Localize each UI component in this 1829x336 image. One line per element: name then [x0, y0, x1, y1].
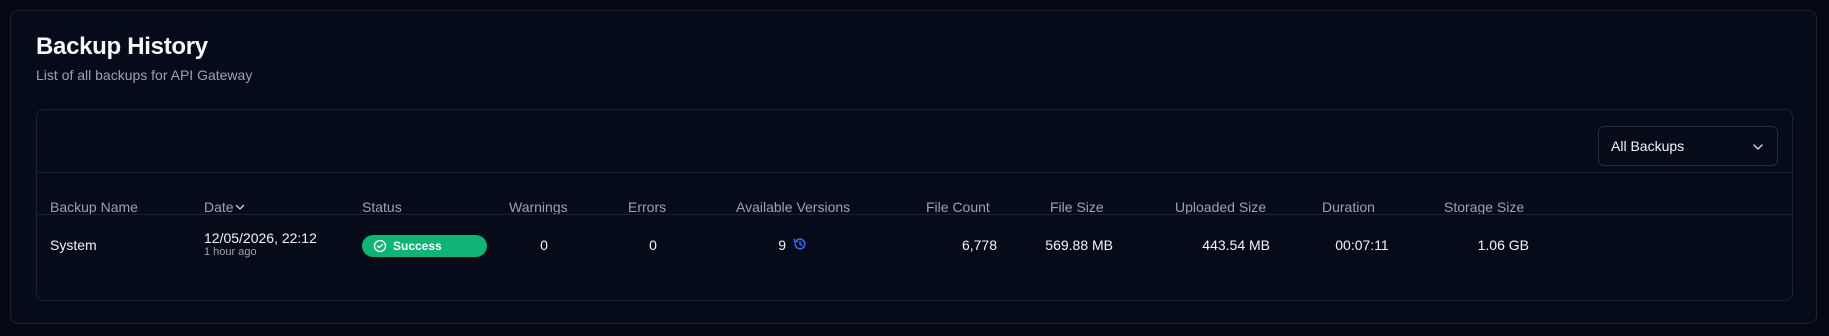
backup-relative-time: 1 hour ago — [204, 246, 257, 258]
duration: 00:07:11 — [1335, 237, 1389, 253]
backups-table: All Backups Backup Name Date Status Warn… — [36, 109, 1793, 301]
backup-filter-select[interactable]: All Backups — [1598, 126, 1778, 166]
column-header-errors[interactable]: Errors — [628, 199, 666, 215]
errors-count: 0 — [649, 237, 657, 253]
column-header-date-label: Date — [204, 199, 234, 215]
column-header-backup-name[interactable]: Backup Name — [50, 199, 138, 215]
column-header-date[interactable]: Date — [204, 199, 234, 215]
status-badge: Success — [362, 235, 487, 257]
page-title: Backup History — [36, 33, 208, 60]
backup-filter-value: All Backups — [1611, 138, 1685, 154]
backup-date: 12/05/2026, 22:12 — [204, 230, 317, 246]
uploaded-size: 443.54 MB — [1202, 237, 1270, 253]
storage-size: 1.06 GB — [1477, 237, 1529, 253]
header-divider — [37, 172, 1792, 173]
column-header-storage-size[interactable]: Storage Size — [1444, 199, 1524, 215]
column-header-status[interactable]: Status — [362, 199, 402, 215]
check-circle-icon — [373, 239, 387, 253]
history-icon[interactable] — [792, 236, 808, 252]
page-subtitle: List of all backups for API Gateway — [36, 67, 253, 83]
status-label: Success — [393, 239, 442, 253]
column-header-file-count[interactable]: File Count — [926, 199, 990, 215]
column-header-available-versions[interactable]: Available Versions — [736, 199, 850, 215]
file-count: 6,778 — [961, 237, 997, 253]
chevron-down-icon — [1753, 144, 1763, 150]
column-header-file-size[interactable]: File Size — [1050, 199, 1104, 215]
chevron-down-icon[interactable] — [234, 201, 246, 213]
versions-count: 9 — [778, 237, 786, 253]
backup-history-card: Backup History List of all backups for A… — [10, 10, 1817, 324]
backup-name: System — [50, 237, 97, 253]
column-header-duration[interactable]: Duration — [1322, 199, 1375, 215]
warnings-count: 0 — [540, 237, 548, 253]
column-header-warnings[interactable]: Warnings — [509, 199, 568, 215]
column-header-uploaded-size[interactable]: Uploaded Size — [1175, 199, 1266, 215]
row-divider — [37, 214, 1792, 215]
file-size: 569.88 MB — [1045, 237, 1113, 253]
